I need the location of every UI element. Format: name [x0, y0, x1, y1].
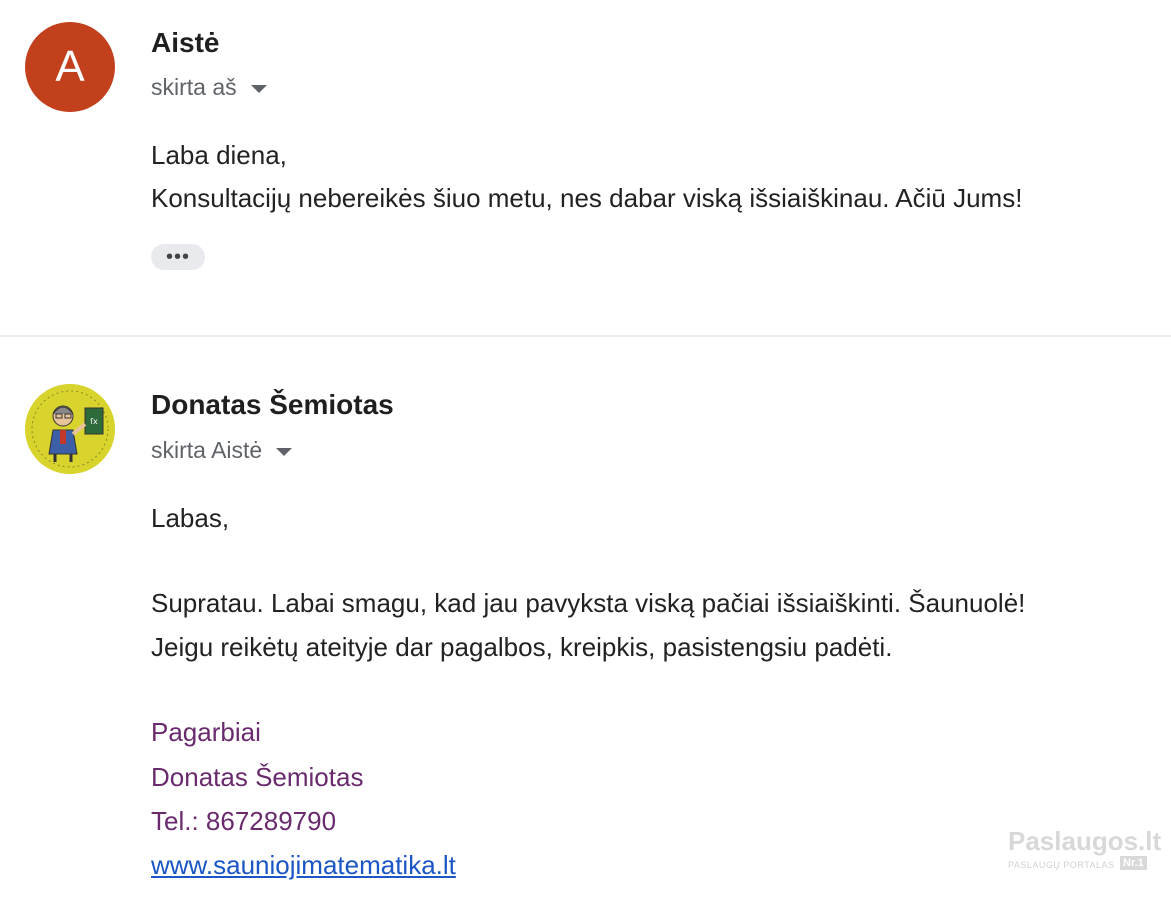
svg-text:ſx: ſx	[90, 417, 98, 426]
body-line: Konsultacijų nebereikės šiuo metu, nes d…	[151, 183, 1023, 213]
avatar-letter: A	[55, 42, 85, 91]
watermark-subtitle: PASLAUGŲ PORTALAS	[1008, 860, 1115, 870]
recipient-details-toggle[interactable]: skirta aš	[151, 74, 267, 101]
sender-name: Aistė	[151, 27, 220, 58]
watermark-name: Paslaugos.lt	[1008, 826, 1162, 856]
sender-avatar[interactable]: ſx	[25, 384, 115, 474]
chevron-down-icon[interactable]	[250, 85, 267, 93]
signature-closing: Pagarbiai	[151, 717, 261, 747]
recipient-label: skirta aš	[151, 74, 237, 100]
show-trimmed-content-button[interactable]: •••	[151, 244, 205, 270]
watermark-badge: Nr.1	[1120, 856, 1147, 870]
paslaugos-watermark-logo: Paslaugos.lt PASLAUGŲ PORTALAS Nr.1	[1008, 826, 1161, 878]
signature-phone: Tel.: 867289790	[151, 806, 337, 836]
recipient-label: skirta Aistė	[151, 437, 263, 463]
body-line: Supratau. Labai smagu, kad jau pavyksta …	[151, 588, 1026, 618]
signature-website-link[interactable]: www.sauniojimatematika.lt	[151, 850, 456, 881]
body-line: Labas,	[151, 503, 230, 533]
message-divider	[0, 335, 1171, 337]
signature-name: Donatas Šemiotas	[151, 762, 364, 792]
chevron-down-icon[interactable]	[276, 448, 293, 456]
body-line: Laba diena,	[151, 140, 287, 170]
more-dots-icon: •••	[165, 246, 190, 268]
body-line: Jeigu reikėtų ateityje dar pagalbos, kre…	[151, 632, 893, 662]
sender-avatar[interactable]: A	[25, 22, 115, 112]
recipient-details-toggle[interactable]: skirta Aistė	[151, 437, 293, 464]
sender-name: Donatas Šemiotas	[151, 389, 394, 420]
teacher-avatar-image: ſx	[25, 384, 115, 474]
